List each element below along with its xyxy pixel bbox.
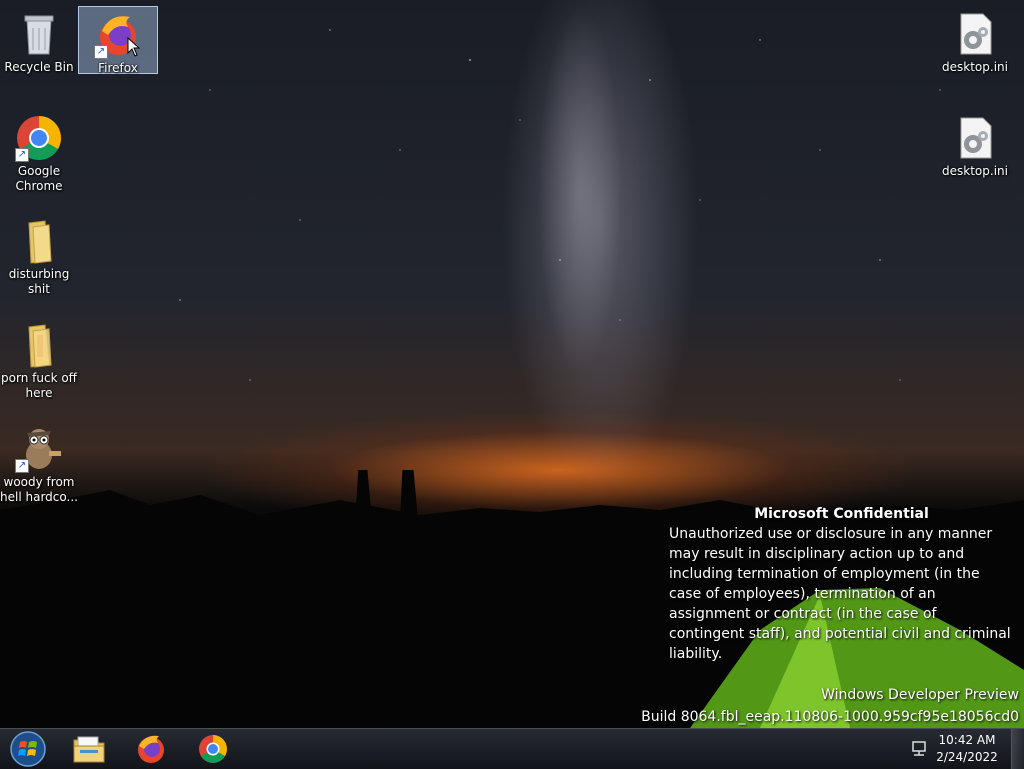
confidential-watermark: Microsoft Confidential Unauthorized use … (669, 504, 1014, 664)
folder-icon (15, 217, 63, 265)
taskbar-firefox[interactable] (125, 731, 177, 767)
system-clock[interactable]: 10:42 AM 2/24/2022 (932, 732, 1002, 766)
icon-label: Google Chrome (15, 164, 63, 193)
desktop-icon-firefox[interactable]: ↗ Firefox (78, 6, 158, 75)
clock-date: 2/24/2022 (936, 750, 998, 764)
build-info: Windows Developer Preview Build 8064.fbl… (641, 684, 1019, 728)
desktop-icon-folder-porn[interactable]: porn fuck off here (0, 317, 78, 400)
desktop-icon-recycle-bin[interactable]: Recycle Bin (0, 6, 78, 74)
folder-icon (15, 321, 63, 369)
shortcut-arrow-icon: ↗ (15, 148, 29, 162)
build-string: Build 8064.fbl_eeap.110806-1000.959cf95e… (641, 709, 1019, 725)
settings-file-icon (951, 10, 999, 58)
desktop-icon-folder-disturbing[interactable]: disturbing shit (0, 213, 78, 296)
product-name: Windows Developer Preview (821, 687, 1019, 703)
settings-file-icon (951, 114, 999, 162)
desktop-icon-desktop-ini-2[interactable]: desktop.ini (936, 110, 1014, 178)
watermark-title: Microsoft Confidential (754, 506, 929, 522)
start-orb-icon (10, 731, 46, 767)
taskbar-file-explorer[interactable] (63, 731, 115, 767)
icon-label: Recycle Bin (4, 60, 74, 74)
desktop-icon-woody[interactable]: ↗ woody from hell hardco... (0, 421, 78, 504)
start-button[interactable] (2, 731, 54, 767)
owl-character-icon: ↗ (15, 425, 63, 473)
taskbar-chrome[interactable] (187, 731, 239, 767)
chrome-icon (199, 735, 227, 763)
icon-label: disturbing shit (8, 267, 70, 296)
icon-label: porn fuck off here (1, 371, 77, 400)
file-explorer-icon (73, 736, 105, 763)
shortcut-arrow-icon: ↗ (15, 459, 29, 473)
recycle-bin-icon (15, 10, 63, 58)
icon-label: Firefox (98, 61, 138, 75)
network-icon[interactable] (910, 740, 928, 758)
firefox-icon (138, 735, 164, 763)
desktop-icon-desktop-ini-1[interactable]: desktop.ini (936, 6, 1014, 74)
icon-label: woody from hell hardco... (0, 475, 78, 504)
chrome-icon: ↗ (15, 114, 63, 162)
icon-label: desktop.ini (942, 164, 1008, 178)
icon-label: desktop.ini (942, 60, 1008, 74)
clock-time: 10:42 AM (938, 733, 996, 747)
mouse-cursor-icon (127, 37, 141, 57)
show-desktop-button[interactable] (1011, 729, 1024, 769)
watermark-body: Unauthorized use or disclosure in any ma… (669, 526, 1011, 662)
taskbar: 10:42 AM 2/24/2022 (0, 728, 1024, 769)
desktop-icon-google-chrome[interactable]: ↗ Google Chrome (0, 110, 78, 193)
shortcut-arrow-icon: ↗ (94, 45, 108, 59)
